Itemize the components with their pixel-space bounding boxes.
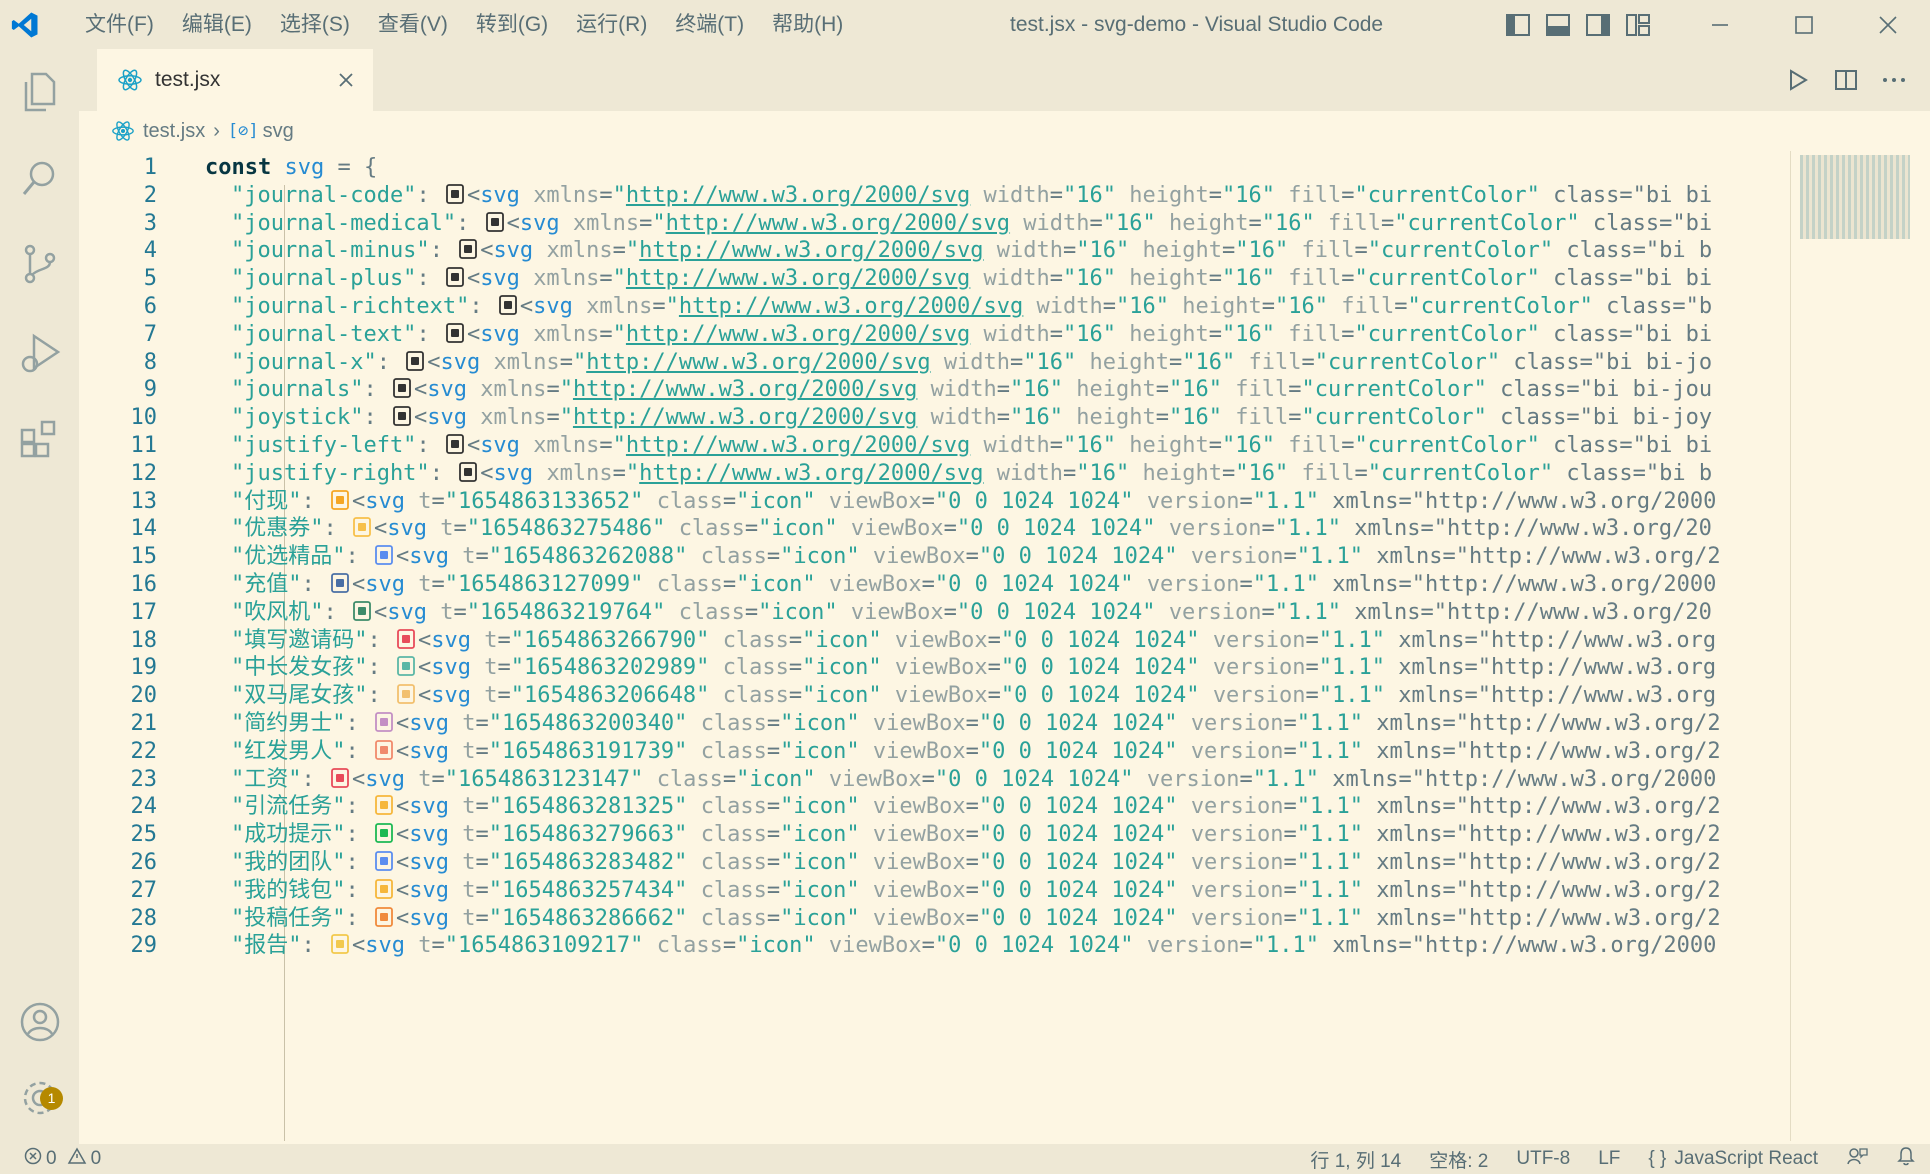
justify-left-icon: [446, 434, 464, 454]
menu-selection[interactable]: 选择(S): [266, 0, 364, 49]
window-title: test.jsx - svg-demo - Visual Studio Code: [1010, 13, 1384, 36]
cursor-position[interactable]: 行 1, 列 14: [1296, 1146, 1415, 1173]
code-text: "报告": <svg t="1654863109217" class="icon…: [231, 933, 1717, 959]
problems-indicator[interactable]: 0 0: [24, 1147, 101, 1171]
more-actions-icon[interactable]: [1870, 49, 1918, 111]
recharge-icon: [331, 573, 349, 593]
feedback-icon[interactable]: [1832, 1146, 1882, 1172]
run-code-icon[interactable]: [1774, 49, 1822, 111]
activity-bar: 1: [0, 49, 79, 1144]
salary-icon: [331, 767, 349, 788]
run-debug-icon[interactable]: [0, 315, 79, 393]
manage-gear-icon[interactable]: 1: [0, 1059, 79, 1137]
error-count: 0: [46, 1148, 57, 1169]
close-window-icon[interactable]: [1846, 0, 1930, 49]
code-line[interactable]: 29 "报告": <svg t="1654863109217" class="ic…: [79, 929, 1791, 963]
journal-text-icon: [446, 322, 464, 343]
accounts-icon[interactable]: [0, 983, 79, 1061]
tab-bar: test.jsx: [79, 49, 1930, 111]
journal-medical-icon: [485, 211, 504, 232]
variable-symbol-icon: [⊘]: [227, 121, 259, 141]
source-control-icon[interactable]: [0, 225, 79, 303]
girl-long-hair-icon: [397, 656, 415, 677]
premium-icon: [375, 545, 393, 566]
encoding[interactable]: UTF-8: [1502, 1148, 1584, 1170]
extensions-icon[interactable]: [0, 399, 79, 477]
chevron-right-icon: ›: [213, 119, 220, 142]
man-simple-icon: [375, 712, 393, 732]
hair-dryer-icon: [353, 600, 371, 621]
title-bar: 文件(F) 编辑(E) 选择(S) 查看(V) 转到(G) 运行(R) 终端(T…: [0, 0, 1930, 49]
minimap[interactable]: [1800, 155, 1910, 239]
menu-run[interactable]: 运行(R): [562, 0, 661, 49]
react-icon: [111, 119, 135, 143]
settings-badge: 1: [40, 1087, 63, 1110]
traffic-task-icon: [375, 795, 393, 816]
journal-richtext-icon: [499, 295, 517, 315]
menu-view[interactable]: 查看(V): [364, 0, 462, 49]
justify-right-icon: [459, 461, 478, 482]
coupon-icon: [353, 517, 371, 538]
language-mode[interactable]: { } JavaScript React: [1634, 1148, 1832, 1170]
end-of-line[interactable]: LF: [1584, 1148, 1634, 1170]
joystick-icon: [393, 406, 411, 427]
menu-bar: 文件(F) 编辑(E) 选择(S) 查看(V) 转到(G) 运行(R) 终端(T…: [71, 0, 857, 49]
menu-go[interactable]: 转到(G): [462, 0, 562, 49]
react-icon: [117, 67, 143, 93]
breadcrumb-symbol[interactable]: svg: [263, 120, 294, 143]
split-editor-icon[interactable]: [1822, 49, 1870, 111]
close-tab-icon[interactable]: [333, 67, 359, 93]
tab-label: test.jsx: [155, 68, 221, 91]
editor-scrollbar-track[interactable]: [1790, 151, 1791, 1141]
breadcrumb: test.jsx › [⊘] svg: [79, 111, 1930, 151]
status-bar: 0 0 行 1, 列 14 空格: 2 UTF-8 LF { } JavaScri…: [0, 1144, 1930, 1174]
minimize-icon[interactable]: [1678, 0, 1762, 49]
customize-layout-icon[interactable]: [1618, 0, 1658, 49]
explorer-icon[interactable]: [0, 53, 79, 131]
journal-plus-icon: [446, 267, 464, 288]
journal-code-icon: [446, 183, 464, 204]
menu-edit[interactable]: 编辑(E): [168, 0, 266, 49]
team-icon: [375, 851, 393, 871]
submit-task-icon: [375, 906, 393, 927]
toggle-secondary-sidebar-icon[interactable]: [1578, 0, 1618, 49]
warning-count: 0: [90, 1148, 102, 1169]
maximize-icon[interactable]: [1762, 0, 1846, 49]
vscode-logo-icon: [0, 0, 49, 49]
journal-x-icon: [406, 350, 425, 371]
menu-terminal[interactable]: 终端(T): [661, 0, 758, 49]
girl-twin-tails-icon: [397, 684, 415, 705]
menu-file[interactable]: 文件(F): [71, 0, 168, 49]
error-icon: [24, 1147, 42, 1171]
wallet-icon: [375, 878, 393, 899]
tab-test-jsx[interactable]: test.jsx: [97, 49, 373, 111]
language-label: JavaScript React: [1674, 1148, 1818, 1169]
man-red-hair-icon: [375, 739, 393, 760]
status-right: 行 1, 列 14 空格: 2 UTF-8 LF { } JavaScript R…: [1296, 1144, 1930, 1174]
success-icon: [375, 823, 393, 844]
toggle-panel-icon[interactable]: [1538, 0, 1578, 49]
journal-minus-icon: [459, 239, 478, 260]
line-number: 29: [130, 933, 158, 959]
breadcrumb-file[interactable]: test.jsx: [143, 120, 205, 143]
toggle-primary-sidebar-icon[interactable]: [1498, 0, 1538, 49]
notifications-bell-icon[interactable]: [1882, 1146, 1930, 1172]
warning-icon: [67, 1147, 87, 1171]
invite-code-icon: [397, 628, 415, 649]
indentation[interactable]: 空格: 2: [1415, 1146, 1502, 1173]
journals-icon: [393, 378, 411, 399]
report-icon: [331, 934, 349, 955]
menu-help[interactable]: 帮助(H): [758, 0, 857, 49]
search-icon[interactable]: [0, 139, 79, 217]
braces-icon: { }: [1648, 1148, 1667, 1169]
cash-icon: [331, 489, 349, 510]
editor-actions: [1774, 49, 1930, 111]
code-editor[interactable]: 1 const svg = {2 "journal-code": <svg xmln…: [79, 151, 1791, 1141]
title-controls: [1498, 0, 1930, 49]
